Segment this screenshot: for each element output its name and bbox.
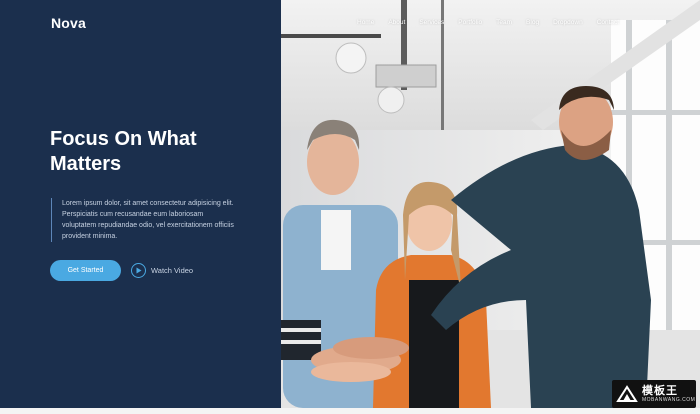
- nav-contact[interactable]: Contact: [597, 19, 619, 26]
- hero-description-line: provident minima.: [62, 233, 118, 240]
- hero-description-line: voluptatem repudiandae odio, vel exercit…: [62, 222, 234, 229]
- watermark-logo-icon: [616, 385, 638, 402]
- main-nav: Home About Services Portfolio Team Blog …: [357, 19, 619, 26]
- nav-about[interactable]: About: [388, 19, 405, 26]
- get-started-button[interactable]: Get Started: [50, 260, 121, 281]
- hero-photo: [281, 0, 700, 408]
- hero-description-line: Lorem ipsum dolor, sit amet consectetur …: [62, 200, 234, 207]
- watermark-badge: 模板王 MOBANWANG.COM: [612, 380, 696, 408]
- hero-headline: Focus On What Matters: [50, 127, 270, 177]
- watch-video-label: Watch Video: [151, 266, 194, 275]
- nav-home[interactable]: Home: [357, 19, 374, 26]
- nav-blog[interactable]: Blog: [526, 19, 539, 26]
- hero-panel: Nova Focus On What Matters Lorem ipsum d…: [0, 0, 281, 408]
- nav-dropdown[interactable]: Dropdown: [553, 19, 583, 26]
- nav-services[interactable]: Services: [419, 19, 444, 26]
- watermark-text: 模板王 MOBANWANG.COM: [642, 385, 695, 404]
- brand-logo[interactable]: Nova: [51, 15, 86, 31]
- hero-headline-line-2: Matters: [50, 153, 122, 175]
- hero-headline-line-1: Focus On What: [50, 128, 197, 150]
- nav-portfolio[interactable]: Portfolio: [458, 19, 482, 26]
- watermark-text-cn: 模板王: [642, 384, 678, 397]
- bottom-strip: [0, 408, 700, 414]
- hero-description-line: Perspiciatis cum recusandae eum laborios…: [62, 211, 204, 218]
- nav-team[interactable]: Team: [496, 19, 512, 26]
- hero-description: Lorem ipsum dolor, sit amet consectetur …: [51, 198, 273, 242]
- watermark-text-en: MOBANWANG.COM: [642, 396, 696, 403]
- play-icon[interactable]: [131, 263, 146, 278]
- team-photo: [281, 0, 700, 408]
- watch-video-link[interactable]: Watch Video: [131, 261, 193, 280]
